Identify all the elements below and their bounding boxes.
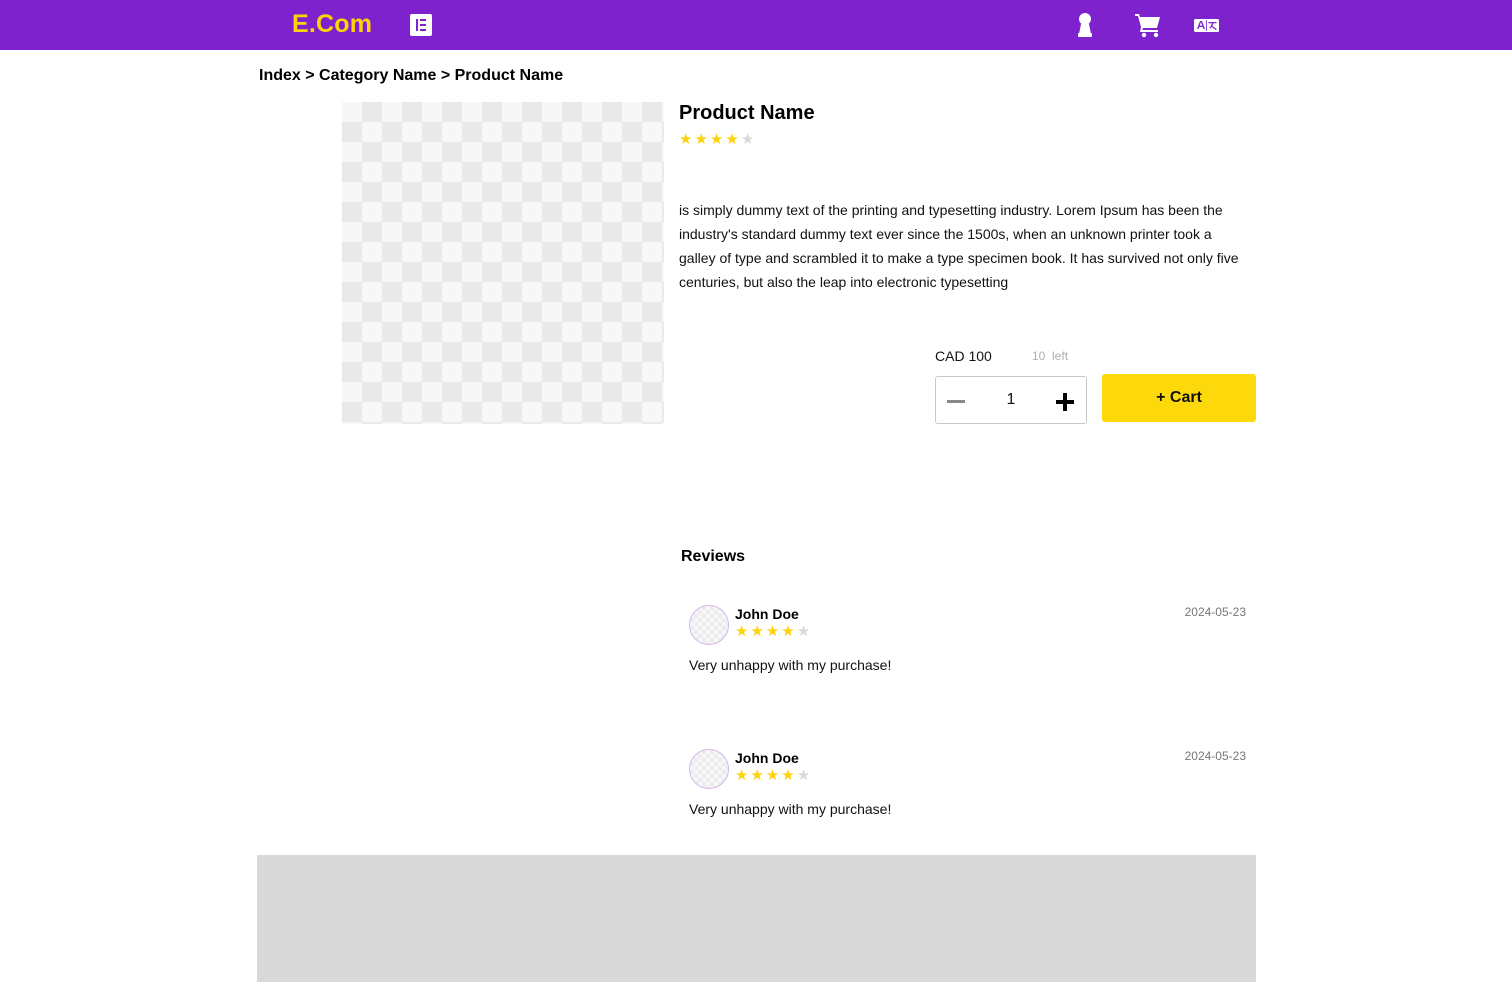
review-date: 2024-05-23 <box>1184 605 1246 619</box>
star-filled-icon: ★ <box>735 623 749 640</box>
star-empty-icon: ★ <box>740 131 755 148</box>
breadcrumb[interactable]: Index > Category Name > Product Name <box>259 67 563 85</box>
product-image <box>342 102 664 424</box>
user-icon[interactable] <box>1076 12 1094 38</box>
reviewer-name: John Doe <box>735 750 799 766</box>
top-navbar: E.Com <box>0 0 1512 50</box>
quantity-stepper: 1 <box>935 376 1087 424</box>
review-rating: ★ ★ ★ ★ ★ <box>735 624 810 639</box>
star-filled-icon: ★ <box>709 131 724 148</box>
logo[interactable]: E.Com <box>292 10 372 39</box>
footer <box>257 855 1256 982</box>
star-filled-icon: ★ <box>781 623 795 640</box>
quantity-value[interactable]: 1 <box>986 391 1036 409</box>
add-to-cart-button[interactable]: + Cart <box>1102 374 1256 422</box>
star-filled-icon: ★ <box>750 623 764 640</box>
star-filled-icon: ★ <box>750 767 764 784</box>
product-price: CAD 100 <box>935 348 992 364</box>
stock-count: 10 left <box>1032 349 1069 363</box>
star-filled-icon: ★ <box>781 767 795 784</box>
avatar <box>689 605 729 645</box>
review-text: Very unhappy with my purchase! <box>689 801 892 817</box>
product-title: Product Name <box>679 102 815 124</box>
review-item: John Doe ★ ★ ★ ★ ★ 2024-05-23 Very unhap… <box>689 605 1249 695</box>
star-filled-icon: ★ <box>725 131 739 148</box>
review-date: 2024-05-23 <box>1184 749 1246 763</box>
star-filled-icon: ★ <box>765 623 780 640</box>
product-rating: ★ ★ ★ ★ ★ <box>679 132 754 147</box>
avatar <box>689 749 729 789</box>
reviewer-name: John Doe <box>735 606 799 622</box>
star-filled-icon: ★ <box>679 131 693 148</box>
review-item: John Doe ★ ★ ★ ★ ★ 2024-05-23 Very unhap… <box>689 749 1249 839</box>
product-description: is simply dummy text of the printing and… <box>679 202 1239 290</box>
star-filled-icon: ★ <box>694 131 708 148</box>
translate-icon[interactable] <box>1193 12 1220 38</box>
cart-icon[interactable] <box>1134 12 1162 38</box>
review-text: Very unhappy with my purchase! <box>689 657 892 673</box>
review-rating: ★ ★ ★ ★ ★ <box>735 768 810 783</box>
star-empty-icon: ★ <box>796 623 811 640</box>
star-filled-icon: ★ <box>735 767 749 784</box>
star-empty-icon: ★ <box>796 767 811 784</box>
reviews-heading: Reviews <box>681 548 746 565</box>
increment-button[interactable] <box>1054 391 1076 413</box>
decrement-button[interactable] <box>946 391 966 411</box>
menu-icon[interactable] <box>410 14 432 36</box>
star-filled-icon: ★ <box>765 767 780 784</box>
